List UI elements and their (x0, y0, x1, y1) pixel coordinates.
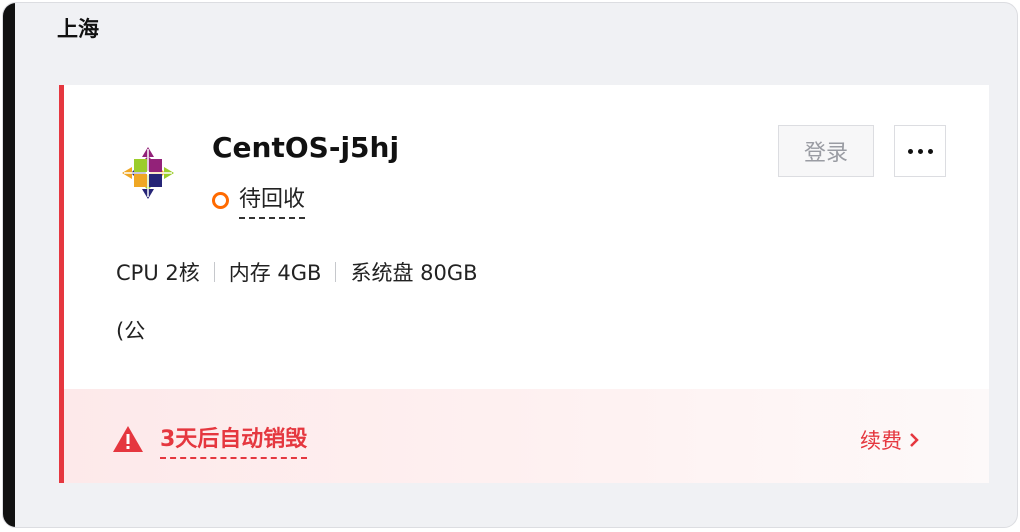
spec-cpu: CPU 2核 (116, 261, 200, 285)
region-title: 上海 (57, 17, 99, 41)
renew-link[interactable]: 续费 (860, 425, 920, 455)
spec-disk: 系统盘 80GB (350, 261, 478, 285)
more-dots-icon (927, 148, 933, 154)
instance-status[interactable]: 待回收 (212, 181, 306, 219)
more-button[interactable] (894, 125, 946, 177)
status-ring-icon (212, 191, 229, 209)
spec-memory: 内存 4GB (228, 261, 322, 285)
warning-triangle-icon (113, 426, 143, 452)
centos-logo-icon (122, 147, 174, 199)
more-dots-icon (917, 148, 923, 154)
ip-address-text: (公 (116, 319, 146, 343)
expiry-warning-text[interactable]: 3天后自动销毁 (160, 421, 308, 459)
chevron-right-icon (910, 433, 919, 447)
more-dots-icon (907, 148, 913, 154)
instance-card[interactable]: CentOS-j5hj 待回收 登录 CPU 2核 内存 4GB 系统盘 80G… (59, 85, 989, 483)
instance-specs: CPU 2核 内存 4GB 系统盘 80GB (116, 257, 478, 287)
renew-label: 续费 (860, 429, 902, 453)
spec-divider (335, 262, 337, 282)
region-panel: 上海 CentOS-j5hj 待回收 登录 CPU 2核 内存 4GB 系统盘 … (2, 2, 1018, 528)
status-text[interactable]: 待回收 (239, 181, 306, 219)
spec-divider (213, 262, 215, 282)
instance-name: CentOS-j5hj (212, 131, 400, 164)
login-button[interactable]: 登录 (778, 125, 874, 177)
expiry-warning-bar: 3天后自动销毁 续费 (64, 389, 989, 483)
panel-accent-bar (3, 3, 15, 527)
